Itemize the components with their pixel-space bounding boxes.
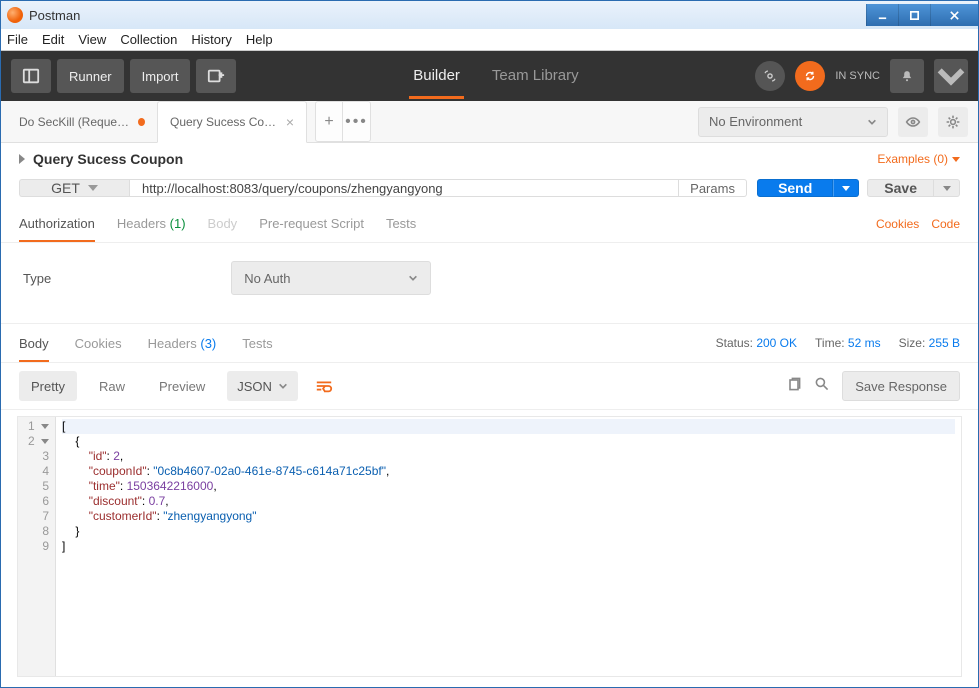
cookies-link[interactable]: Cookies: [876, 217, 919, 231]
unsaved-dot-icon: [138, 118, 145, 126]
tab-options-button[interactable]: •••: [343, 101, 371, 142]
subtab-headers[interactable]: Headers (1): [117, 206, 186, 242]
import-button[interactable]: Import: [130, 59, 191, 93]
menu-collection[interactable]: Collection: [120, 32, 177, 47]
toggle-sidebar-button[interactable]: [11, 59, 51, 93]
sync-icon[interactable]: [795, 61, 825, 91]
auth-type-select[interactable]: No Auth: [231, 261, 431, 295]
new-tab-button[interactable]: +: [315, 101, 343, 142]
subtab-prerequest[interactable]: Pre-request Script: [259, 206, 364, 242]
code-body[interactable]: [ { "id": 2, "couponId": "0c8b4607-02a0-…: [56, 417, 961, 676]
response-status: Status: 200 OK Time: 52 ms Size: 255 B: [716, 336, 960, 350]
search-response-button[interactable]: [814, 376, 830, 397]
new-window-button[interactable]: [196, 59, 236, 93]
response-tabs: Body Cookies Headers (3) Tests Status: 2…: [1, 323, 978, 363]
close-tab-icon[interactable]: ×: [286, 114, 294, 130]
close-button[interactable]: [930, 4, 978, 26]
runner-button[interactable]: Runner: [57, 59, 124, 93]
menu-view[interactable]: View: [78, 32, 106, 47]
menu-history[interactable]: History: [191, 32, 231, 47]
resptab-body[interactable]: Body: [19, 325, 49, 362]
notifications-button[interactable]: [890, 59, 924, 93]
copy-response-button[interactable]: [786, 376, 802, 397]
save-button[interactable]: Save: [867, 179, 934, 197]
format-mode-select[interactable]: JSON: [227, 371, 298, 401]
line-gutter: 1 2 3 4 5 6 7 8 9: [18, 417, 56, 676]
resptab-tests[interactable]: Tests: [242, 325, 272, 362]
request-title: Query Sucess Coupon: [19, 151, 183, 167]
code-link[interactable]: Code: [931, 217, 960, 231]
tab-builder[interactable]: Builder: [409, 53, 464, 99]
user-menu-button[interactable]: [934, 59, 968, 93]
save-options-button[interactable]: [934, 179, 960, 197]
url-input[interactable]: [129, 179, 679, 197]
send-button[interactable]: Send: [757, 179, 833, 197]
menu-edit[interactable]: Edit: [42, 32, 64, 47]
capture-icon[interactable]: [755, 61, 785, 91]
environment-select[interactable]: No Environment: [698, 107, 888, 137]
examples-link[interactable]: Examples (0): [877, 152, 960, 166]
send-options-button[interactable]: [833, 179, 859, 197]
window-title: Postman: [29, 8, 80, 23]
request-subtabs: Authorization Headers (1) Body Pre-reque…: [1, 205, 978, 243]
subtab-tests[interactable]: Tests: [386, 206, 416, 242]
params-button[interactable]: Params: [679, 179, 747, 197]
request-tab-1[interactable]: Query Sucess Coupon ×: [157, 101, 307, 143]
menu-help[interactable]: Help: [246, 32, 273, 47]
request-tab-0[interactable]: Do SecKill (Request Co: [7, 101, 157, 142]
minimize-button[interactable]: [866, 4, 898, 26]
response-body: 1 2 3 4 5 6 7 8 9 [ { "id": 2, "couponId…: [17, 416, 962, 677]
settings-button[interactable]: [938, 107, 968, 137]
wrap-lines-button[interactable]: [308, 371, 340, 401]
sync-status-label: IN SYNC: [835, 70, 880, 82]
resptab-cookies[interactable]: Cookies: [75, 325, 122, 362]
env-quicklook-button[interactable]: [898, 107, 928, 137]
auth-type-label: Type: [23, 271, 51, 286]
tab-team-library[interactable]: Team Library: [488, 53, 583, 99]
resptab-headers[interactable]: Headers (3): [148, 325, 217, 362]
window-titlebar: Postman: [1, 1, 978, 29]
collapse-caret-icon[interactable]: [19, 154, 25, 164]
menubar: File Edit View Collection History Help: [1, 29, 978, 51]
save-response-button[interactable]: Save Response: [842, 371, 960, 401]
format-pretty[interactable]: Pretty: [19, 371, 77, 401]
method-select[interactable]: GET: [19, 179, 129, 197]
subtab-body[interactable]: Body: [208, 206, 238, 242]
subtab-authorization[interactable]: Authorization: [19, 206, 95, 242]
menu-file[interactable]: File: [7, 32, 28, 47]
chevron-down-icon: [88, 185, 98, 191]
request-tabbar: Do SecKill (Request Co Query Sucess Coup…: [1, 101, 978, 143]
app-topbar: Runner Import Builder Team Library IN SY…: [1, 51, 978, 101]
format-raw[interactable]: Raw: [87, 371, 137, 401]
maximize-button[interactable]: [898, 4, 930, 26]
format-preview[interactable]: Preview: [147, 371, 217, 401]
chevron-down-icon: [952, 157, 960, 162]
postman-icon: [7, 7, 23, 23]
